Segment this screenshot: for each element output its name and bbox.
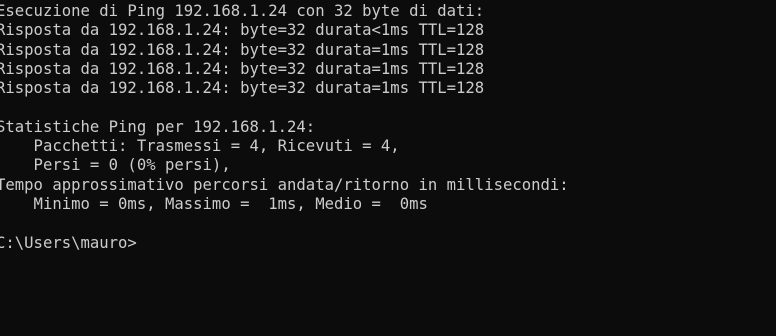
round-trip-header-line: Tempo approssimativo percorsi andata/rit… [0, 175, 569, 194]
ping-reply-line: Risposta da 192.168.1.24: byte=32 durata… [0, 21, 485, 40]
ping-reply-line: Risposta da 192.168.1.24: byte=32 durata… [0, 59, 485, 78]
ping-reply-line: Risposta da 192.168.1.24: byte=32 durata… [0, 40, 485, 59]
console-window[interactable]: Esecuzione di Ping 192.168.1.24 con 32 b… [0, 0, 772, 336]
lost-packets-line: Persi = 0 (0% persi), [0, 156, 231, 175]
statistics-header-line: Statistiche Ping per 192.168.1.24: [0, 117, 316, 136]
ping-header-line: Esecuzione di Ping 192.168.1.24 con 32 b… [0, 2, 485, 20]
ping-reply-line: Risposta da 192.168.1.24: byte=32 durata… [0, 79, 485, 98]
prompt-path: C:\Users\mauro> [0, 233, 137, 252]
command-prompt[interactable]: C:\Users\mauro> [0, 234, 772, 253]
packets-line: Pacchetti: Trasmessi = 4, Ricevuti = 4, [0, 137, 400, 156]
round-trip-times-line: Minimo = 0ms, Massimo = 1ms, Medio = 0ms [0, 194, 428, 213]
